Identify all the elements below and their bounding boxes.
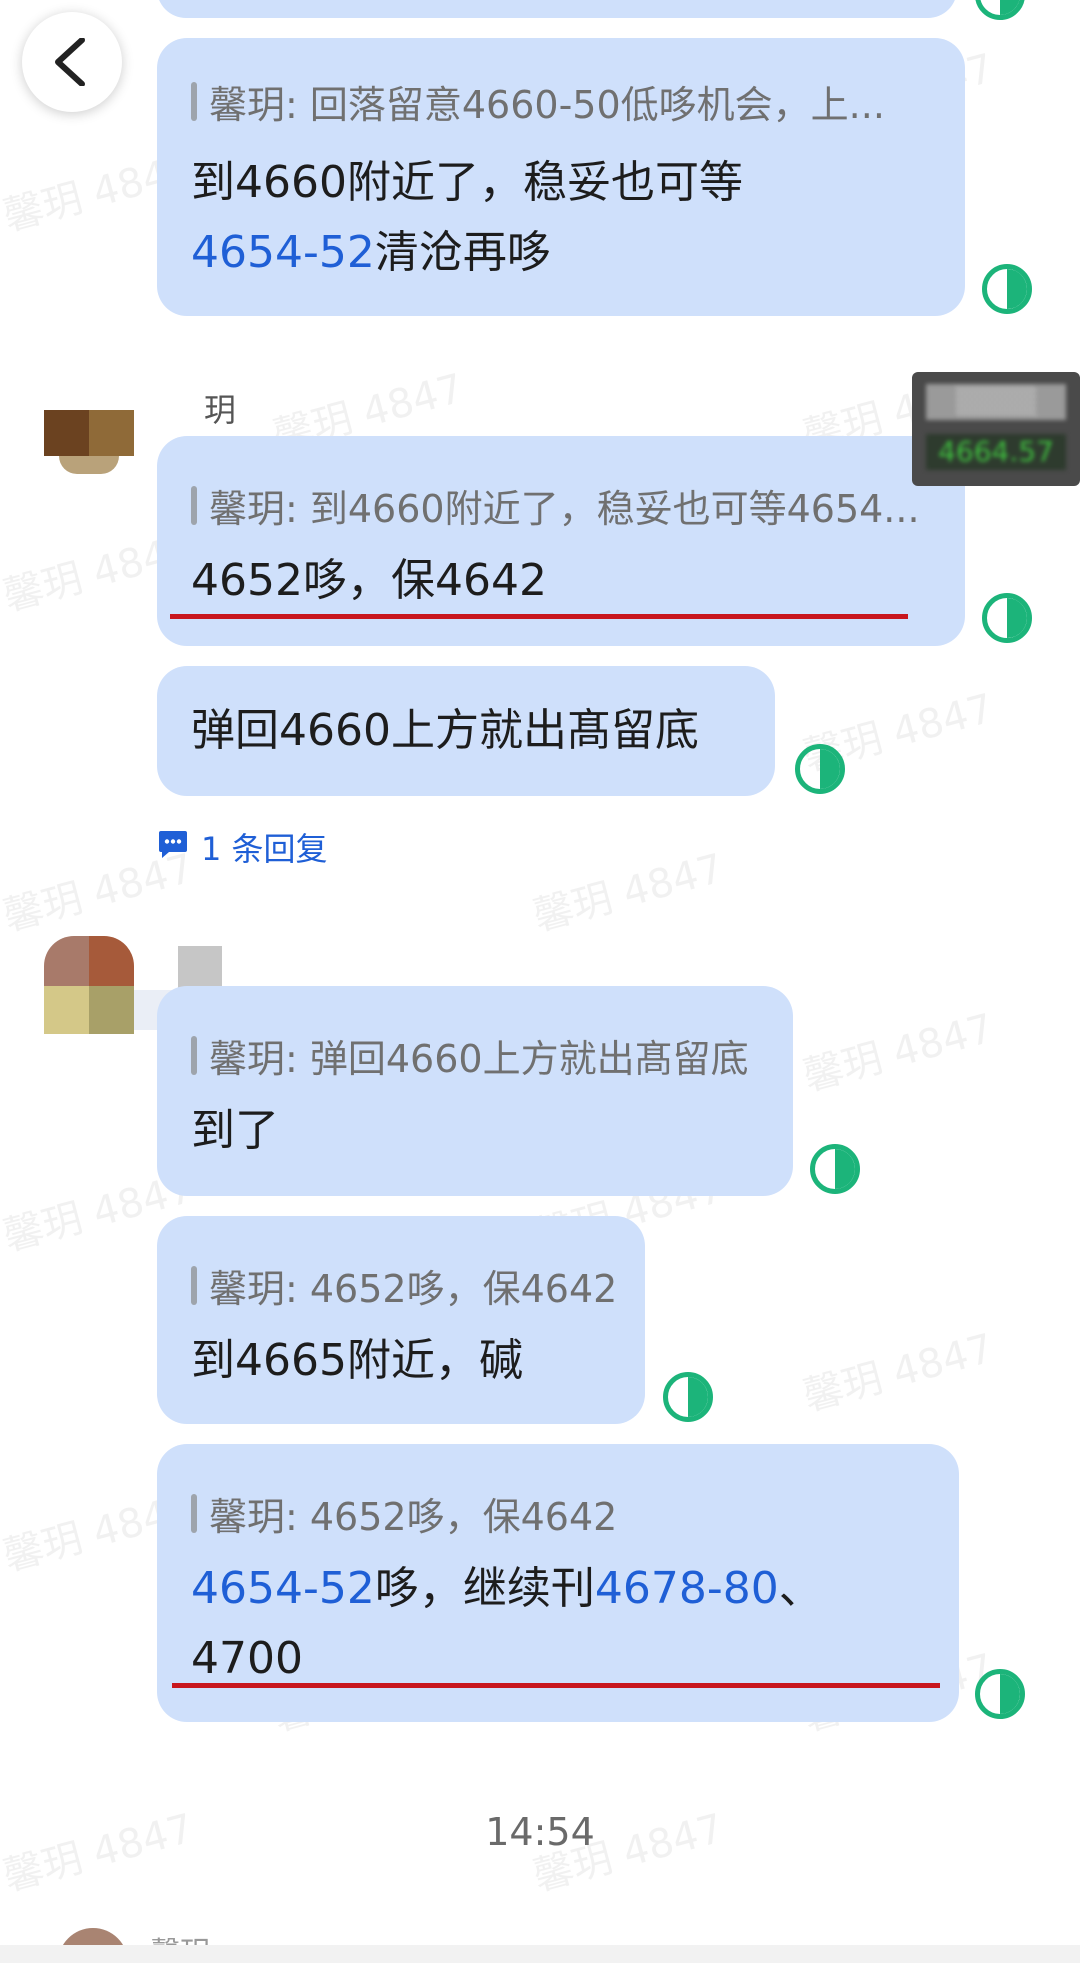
price-range[interactable]: 4678-80 [595, 1563, 779, 1614]
read-status-icon [982, 264, 1032, 314]
widget-label: ▒▒▒▒ [926, 384, 1066, 420]
highlight-underline [170, 614, 908, 619]
floating-price-widget[interactable]: ▒▒▒▒ 4664.57 [912, 372, 1080, 486]
back-button[interactable] [22, 12, 122, 112]
message-bubble[interactable]: 馨玥: 弹回4660上方就出髙留底 到了 [157, 986, 793, 1196]
message-text-part: 、 [778, 1563, 823, 1614]
message-text-part: 清沧再哆 [374, 227, 551, 278]
watermark: 馨玥 4847 [798, 1325, 999, 1421]
watermark: 馨玥 4847 [798, 1005, 999, 1101]
comment-icon [159, 831, 187, 858]
message-bubble[interactable]: 弹回4660上方就出髙留底 [157, 666, 775, 796]
quoted-message[interactable]: 馨玥: 4652哆，保4642 [191, 1258, 617, 1313]
message-bubble[interactable]: 馨玥: 4652哆，保4642 4654-52哆，继续刊4678-80、 470… [157, 1444, 959, 1722]
price-range[interactable]: 4654-52 [191, 227, 375, 278]
avatar[interactable] [44, 410, 134, 474]
quoted-message[interactable]: 馨玥: 回落留意4660-50低哆机会，上... [191, 74, 885, 129]
message-bubble[interactable]: 馨玥: 4652哆，保4642 到4665附近，碱 [157, 1216, 645, 1424]
quoted-message[interactable]: 馨玥: 4652哆，保4642 [191, 1486, 617, 1541]
message-bubble-partial[interactable] [157, 0, 957, 18]
message-text-part: 哆，继续刊 [374, 1563, 595, 1614]
read-status-icon [975, 1669, 1025, 1719]
read-status-icon [982, 593, 1032, 643]
widget-price: 4664.57 [926, 434, 1066, 470]
price-range[interactable]: 4654-52 [191, 1563, 375, 1614]
bottom-bar [0, 1945, 1080, 1963]
quoted-message[interactable]: 馨玥: 弹回4660上方就出髙留底 [191, 1028, 749, 1083]
timestamp: 14:54 [485, 1810, 595, 1854]
sender-name: 玥 [204, 391, 237, 429]
read-status-icon [975, 0, 1025, 20]
sender-name-blurred [178, 946, 222, 990]
message-text: 到了 [191, 1105, 279, 1156]
highlight-underline [172, 1683, 940, 1688]
message-text: 到4665附近，碱 [191, 1335, 523, 1386]
chevron-left-icon [55, 38, 85, 86]
read-status-icon [795, 744, 845, 794]
message-text: 4654-52哆，继续刊4678-80、 [191, 1554, 823, 1624]
watermark: 馨玥 4847 [528, 845, 729, 941]
message-text: 4652哆，保4642 [191, 555, 547, 606]
message-bubble[interactable]: 馨玥: 回落留意4660-50低哆机会，上... 到4660附近了，稳妥也可等 … [157, 38, 965, 316]
read-status-icon [810, 1144, 860, 1194]
avatar[interactable] [44, 936, 134, 1034]
message-text: 4654-52清沧再哆 [191, 218, 551, 288]
reply-count-label: 1 条回复 [201, 830, 328, 868]
quoted-message[interactable]: 馨玥: 到4660附近了，稳妥也可等4654... [191, 478, 920, 533]
message-text: 弹回4660上方就出髙留底 [191, 705, 699, 756]
message-text: 到4660附近了，稳妥也可等 [191, 157, 743, 208]
read-status-icon [663, 1372, 713, 1422]
